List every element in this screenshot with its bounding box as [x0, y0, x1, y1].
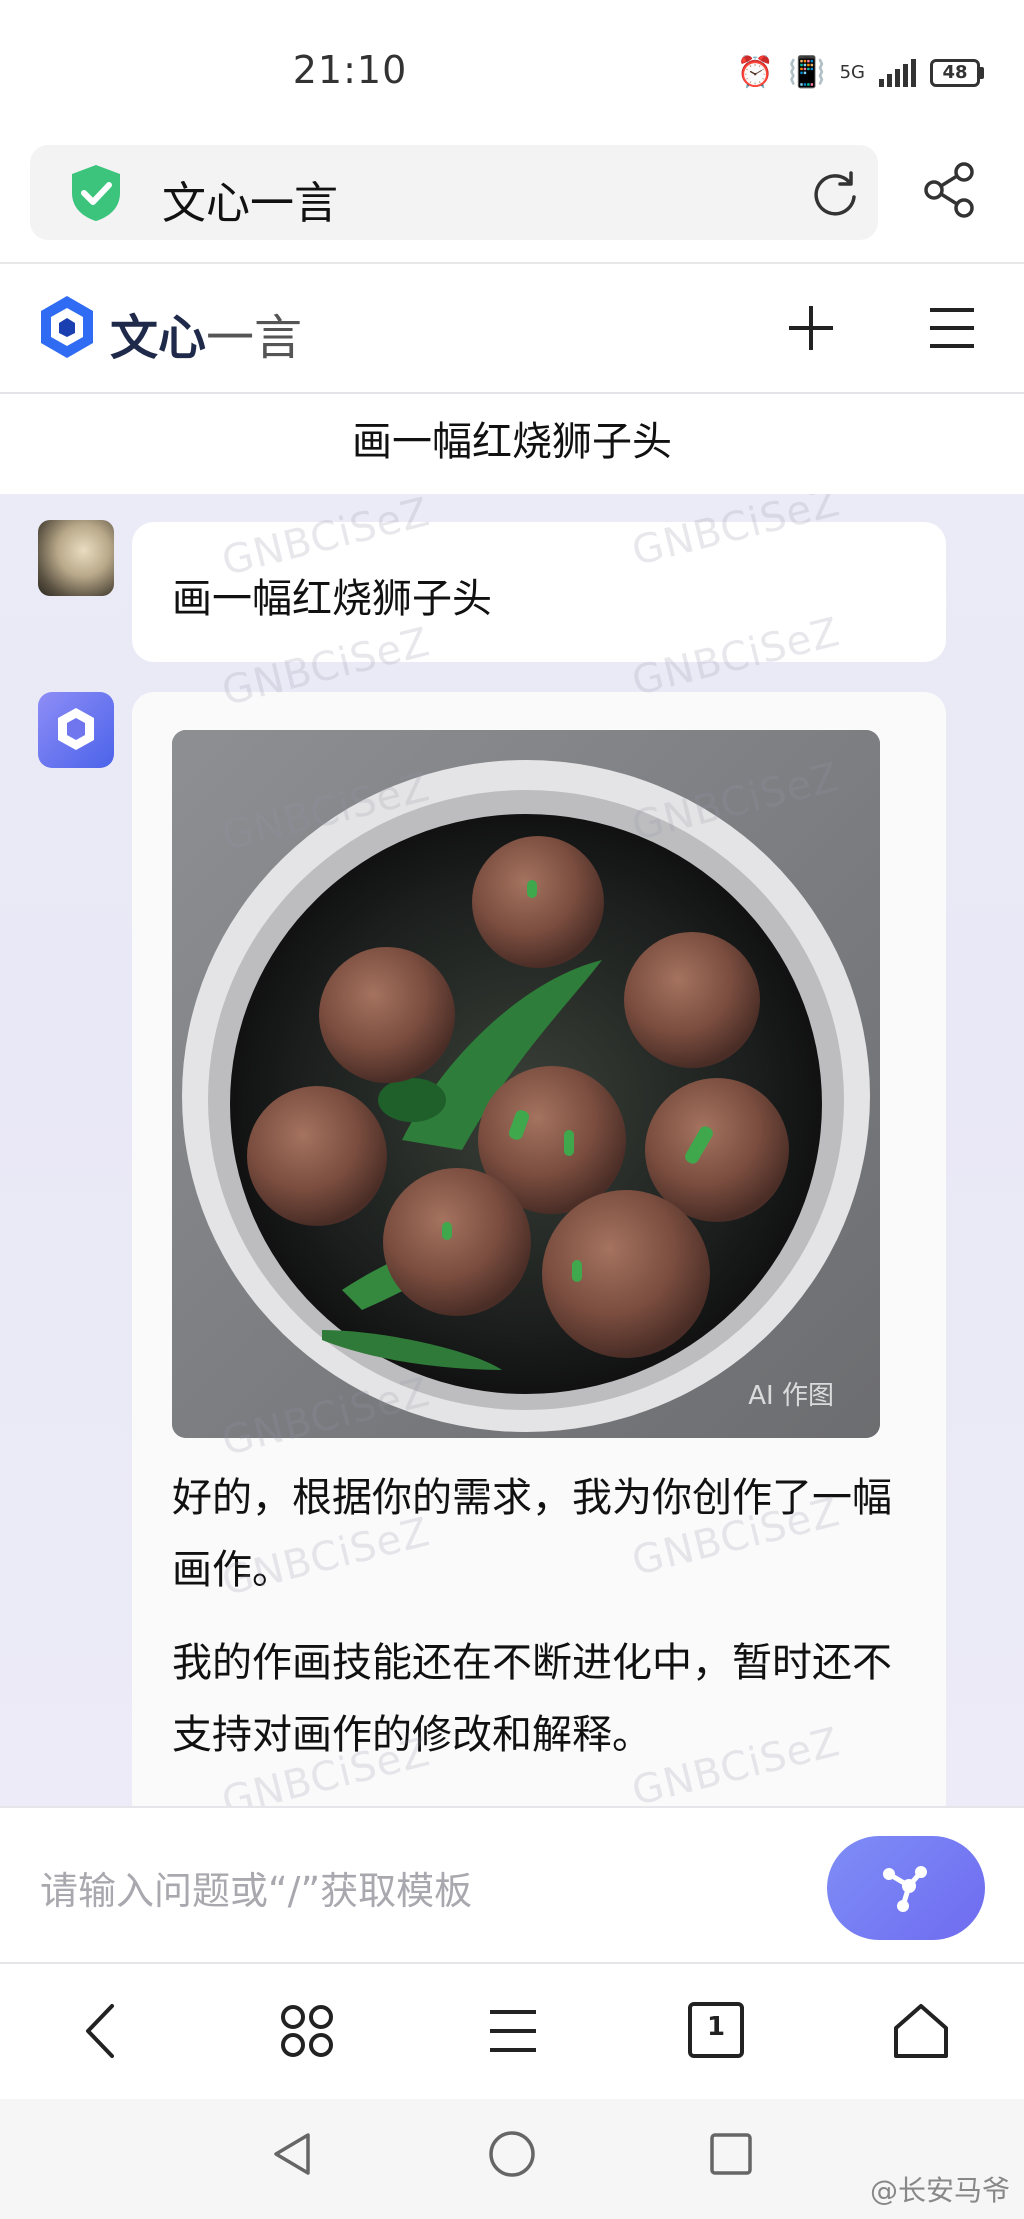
user-avatar — [38, 520, 114, 596]
app-header: 文心一言 — [0, 264, 1024, 392]
tab-count: 1 — [706, 2012, 726, 2042]
send-button[interactable] — [827, 1836, 985, 1940]
status-bar: 21:10 ⏰ 📳 5G 48 — [0, 0, 1024, 140]
chat-area[interactable]: 画一幅红烧狮子头 AI 作图 好的，根据你的需求，我为你创作了一幅画作。 我的作… — [0, 494, 1024, 1806]
user-message-bubble: 画一幅红烧狮子头 — [132, 522, 946, 662]
logo-icon — [41, 296, 93, 358]
network-type: 5G — [839, 62, 865, 83]
user-message-text: 画一幅红烧狮子头 — [172, 576, 492, 622]
status-time: 21:10 — [292, 48, 408, 92]
home-icon[interactable] — [890, 2000, 952, 2062]
plus-icon[interactable] — [785, 302, 837, 354]
battery-level: 48 — [930, 58, 980, 87]
logo-light: 一言 — [206, 310, 303, 366]
nav-home-icon[interactable] — [487, 2129, 537, 2179]
send-icon — [883, 1866, 927, 1912]
battery-icon: 48 — [930, 58, 984, 87]
shield-check-icon — [72, 165, 120, 221]
url-title[interactable]: 文心一言 — [162, 167, 338, 231]
conversation-title: 画一幅红烧狮子头 — [352, 419, 672, 465]
bot-reply-paragraph: 我的作画技能还在不断进化中，暂时还不支持对画作的修改和解释。 — [172, 1640, 892, 1758]
vibrate-icon: 📳 — [788, 55, 826, 90]
app-logo-text: 文心一言 — [110, 298, 302, 368]
chat-input-bar: 请输入问题或“/”获取模板 — [0, 1806, 1024, 1962]
signal-icon — [879, 58, 916, 87]
status-icons: ⏰ 📳 5G 48 — [737, 55, 984, 90]
meatball-soup-image — [172, 730, 880, 1438]
browser-toolbar: 1 — [0, 1964, 1024, 2099]
nav-recents-icon[interactable] — [706, 2129, 756, 2179]
chat-input[interactable]: 请输入问题或“/”获取模板 — [40, 1860, 472, 1915]
bot-avatar — [38, 692, 114, 768]
menu-icon[interactable] — [928, 306, 976, 350]
menu-icon[interactable] — [482, 2000, 544, 2062]
tabs-button[interactable]: 1 — [686, 2000, 746, 2060]
apps-icon[interactable] — [276, 2000, 338, 2062]
share-icon[interactable] — [920, 160, 980, 220]
bot-reply-paragraph: 好的，根据你的需求，我为你创作了一幅画作。 — [172, 1475, 892, 1593]
reload-icon[interactable] — [810, 169, 860, 219]
logo-bold: 文心 — [110, 310, 207, 366]
url-bar[interactable]: 文心一言 — [30, 145, 878, 240]
conversation-title-bar: 画一幅红烧狮子头 — [0, 394, 1024, 494]
alarm-icon: ⏰ — [736, 55, 775, 90]
back-icon[interactable] — [72, 2000, 134, 2062]
bot-message-bubble: AI 作图 好的，根据你的需求，我为你创作了一幅画作。 我的作画技能还在不断进化… — [132, 692, 946, 1806]
nav-back-icon[interactable] — [268, 2129, 318, 2179]
system-navigation-bar: @长安马爷 — [0, 2099, 1024, 2219]
generated-image[interactable]: AI 作图 — [172, 730, 880, 1438]
corner-watermark: @长安马爷 — [869, 2174, 1010, 2207]
ai-image-badge: AI 作图 — [748, 1381, 834, 1411]
